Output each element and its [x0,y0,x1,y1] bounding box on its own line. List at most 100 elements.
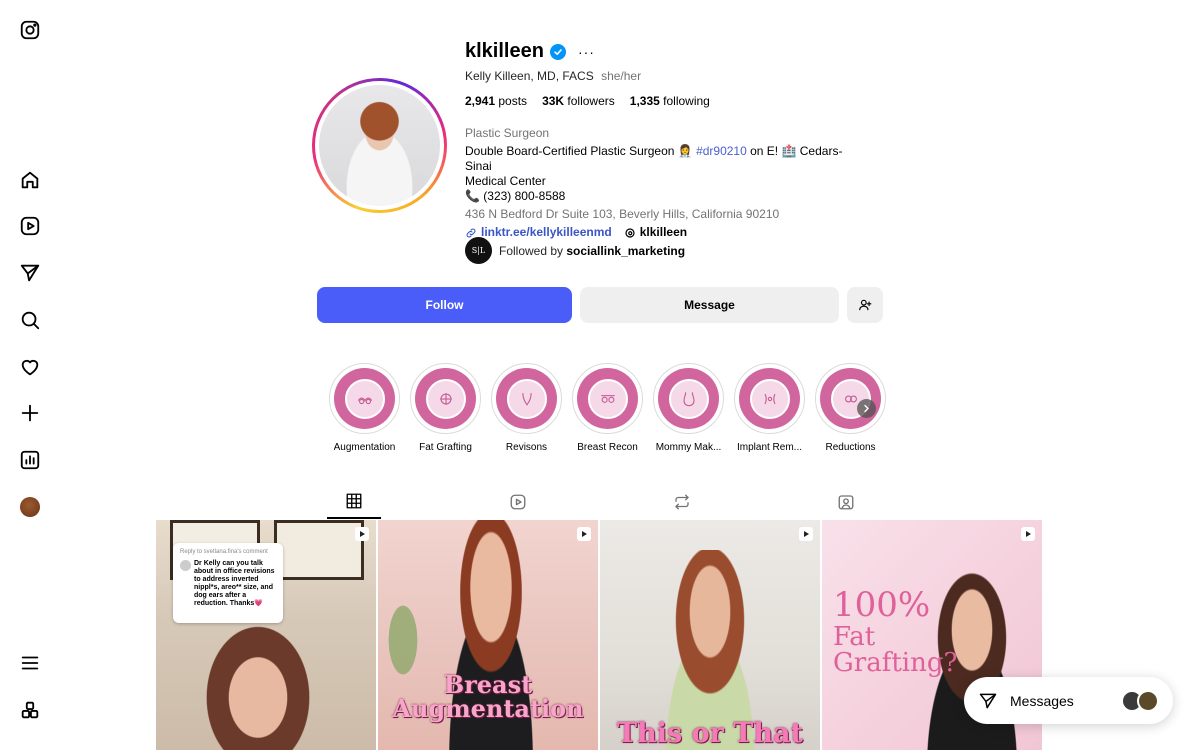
full-name: Kelly Killeen, MD, FACS [465,69,594,83]
highlight-cover [496,368,557,429]
tab-posts[interactable] [327,484,381,519]
posts-count: 2,941 [465,94,496,108]
profile-tabs [156,484,1043,520]
post-tile-1[interactable]: Reply to svetlana.fina's comment Dr Kell… [156,520,376,750]
comment-reply-header: Reply to svetlana.fina's comment [180,549,268,555]
highlight-label: Breast Recon [577,442,638,453]
instagram-logo-icon[interactable] [18,18,42,42]
highlight-ring [572,363,643,434]
highlights-next-button[interactable] [857,399,876,418]
bio-hashtag-link[interactable]: #dr90210 [696,144,747,158]
pronouns: she/her [601,69,642,83]
highlight-cover [820,368,881,429]
full-name-row: Kelly Killeen, MD, FACS she/her [465,69,641,83]
grid-icon [346,493,362,508]
message-button[interactable]: Message [580,287,839,323]
username: klkilleen [465,40,544,62]
highlight-ring [410,363,481,434]
post-tile-2[interactable]: Breast Augmentation [378,520,598,750]
reposts-icon [675,494,689,509]
profile-avatar-story-ring[interactable] [312,78,447,213]
post-tile-3[interactable]: This or That [600,520,820,750]
followers-label: followers [567,94,615,108]
reel-badge-icon [355,527,369,541]
highlight-ring [653,363,724,434]
more-options-icon[interactable]: ··· [578,44,595,60]
messages-label: Messages [1010,692,1074,709]
highlight-label: Augmentation [333,442,396,453]
profile-stats: 2,941 posts 33K followers 1,335 followin… [465,94,710,108]
tab-reposts[interactable] [655,484,709,519]
home-icon[interactable] [18,168,42,192]
bio-line-2: Medical Center [465,174,546,188]
highlight-icon [587,378,628,419]
chevron-right-icon [864,404,869,413]
suggest-users-button[interactable] [847,287,883,323]
highlight-cover [415,368,476,429]
highlight-item[interactable]: Augmentation [329,363,400,453]
heart-icon[interactable] [18,355,42,379]
profile-avatar[interactable] [18,495,42,519]
post-title: This or That [617,718,803,749]
follow-button[interactable]: Follow [317,287,572,323]
highlight-icon [668,378,709,419]
highlight-cover [658,368,719,429]
apps-icon[interactable] [18,698,42,722]
direct-icon[interactable] [18,261,42,285]
highlight-label: Fat Grafting [419,442,472,453]
followed-by-account: sociallink_marketing [566,243,686,258]
bio-text-a: Double Board-Certified Plastic Surgeon 👩… [465,144,693,158]
highlight-cover [577,368,638,429]
comment-text: Dr Kelly can you talk about in office re… [180,560,276,608]
tab-reels[interactable] [491,484,545,519]
username-row: klkilleen ··· [465,40,595,63]
highlight-label: Reductions [825,442,876,453]
following-label: following [663,94,710,108]
highlight-ring [491,363,562,434]
highlight-item[interactable]: Implant Rem... [734,363,805,453]
bio-address: 436 N Bedford Dr Suite 103, Beverly Hill… [465,207,780,221]
post-title-line-3: Grafting? [833,648,958,678]
search-icon[interactable] [18,308,42,332]
post-title-line-2: Fat [833,622,876,652]
reels-icon[interactable] [18,214,42,238]
tagged-icon [838,494,854,509]
bio-category: Plastic Surgeon [465,126,550,140]
post-title-line-2: Augmentation [392,694,584,723]
highlight-item[interactable]: Fat Grafting [410,363,481,453]
create-icon[interactable] [18,401,42,425]
tab-tagged[interactable] [819,484,873,519]
highlight-icon [344,378,385,419]
sidebar [0,0,60,750]
bio-phone: 📞 (323) 800-8588 [465,189,566,203]
highlight-item[interactable]: Mommy Mak... [653,363,724,453]
highlight-item[interactable]: Breast Recon [572,363,643,453]
highlight-ring [815,363,886,434]
highlight-label: Mommy Mak... [655,442,722,453]
messages-button[interactable]: Messages [964,677,1173,724]
message-avatar [1137,689,1159,712]
followed-by-prefix: Followed by [499,243,564,258]
bio: Plastic Surgeon Double Board-Certified P… [465,126,865,240]
highlight-icon [749,378,790,419]
post-person [198,615,318,750]
following-count: 1,335 [629,94,660,108]
menu-icon[interactable] [18,651,42,675]
followed-by-row[interactable]: S|L Followed by sociallink_marketing [465,237,685,264]
highlight-cover [739,368,800,429]
comment-reply-card: Reply to svetlana.fina's comment Dr Kell… [173,543,283,623]
followers-stat[interactable]: 33K followers [542,94,615,108]
reel-badge-icon [577,527,591,541]
post-title: 100% Fat Grafting? [833,588,957,676]
highlight-ring [329,363,400,434]
verified-badge-icon [549,43,566,60]
follower-avatar: S|L [465,237,492,264]
following-stat[interactable]: 1,335 following [630,94,710,108]
dashboard-icon[interactable] [18,448,42,472]
posts-stat: 2,941 posts [465,94,527,108]
reels-icon [510,494,526,509]
highlight-item[interactable]: Revisons [491,363,562,453]
highlight-icon [506,378,547,419]
reel-badge-icon [799,527,813,541]
highlight-icon [425,378,466,419]
